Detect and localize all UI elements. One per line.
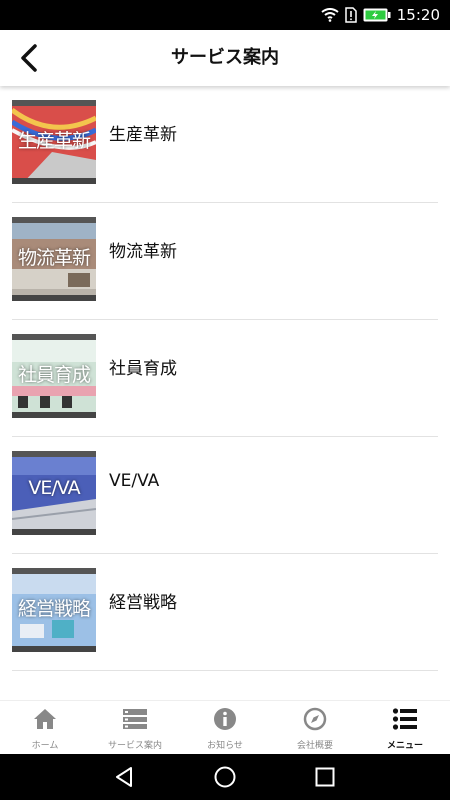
menu-list-icon [392, 708, 417, 730]
service-label: VE/VA [109, 471, 160, 491]
sim-alert-icon [345, 7, 357, 23]
status-time: 15:20 [396, 6, 440, 24]
status-icons: 15:20 [321, 0, 440, 30]
tab-menu[interactable]: メニュー [360, 701, 450, 755]
service-thumbnail: VE/VA [12, 451, 96, 535]
compass-icon [303, 707, 327, 731]
tab-home[interactable]: ホーム [0, 701, 90, 755]
tab-label: ホーム [31, 741, 59, 751]
page-title: サービス案内 [171, 47, 279, 68]
service-item-management-strategy[interactable]: 経営戦略 経営戦略 [12, 554, 438, 671]
tab-label: 会社概要 [296, 741, 333, 751]
chevron-left-icon [21, 44, 37, 72]
service-item-logistics[interactable]: 物流革新 物流革新 [12, 203, 438, 320]
service-item-ve-va[interactable]: VE/VA VE/VA [12, 437, 438, 554]
battery-icon [363, 8, 391, 22]
service-thumbnail: 物流革新 [12, 217, 96, 301]
tab-company[interactable]: 会社概要 [270, 701, 360, 755]
system-nav-bar [0, 754, 450, 800]
home-icon [34, 709, 56, 729]
status-bar: 15:20 [0, 0, 450, 30]
back-triangle-icon[interactable] [112, 765, 136, 789]
service-label: 社員育成 [109, 359, 177, 379]
back-button[interactable] [14, 42, 46, 74]
thumbnail-caption: 生産革新 [17, 130, 91, 152]
service-thumbnail: 社員育成 [12, 334, 96, 418]
list-card-icon [123, 709, 147, 729]
service-thumbnail: 生産革新 [12, 100, 96, 184]
service-list: 生産革新 生産革新 物流革新 物流革新 社員育成 社員育成 VE/VA VE/V… [12, 86, 438, 671]
tab-services[interactable]: サービス案内 [90, 701, 180, 755]
service-item-production[interactable]: 生産革新 生産革新 [12, 86, 438, 203]
tab-label: お知らせ [207, 741, 243, 751]
thumbnail-caption: 物流革新 [17, 247, 91, 269]
app-header: サービス案内 [0, 30, 450, 86]
tab-label: サービス案内 [107, 741, 162, 751]
info-icon [214, 708, 236, 730]
thumbnail-caption: 社員育成 [17, 364, 91, 386]
tab-label: メニュー [386, 741, 423, 751]
thumbnail-caption: VE/VA [28, 477, 80, 499]
service-label: 経営戦略 [109, 593, 177, 613]
service-label: 物流革新 [109, 242, 177, 262]
tab-news[interactable]: お知らせ [180, 701, 270, 755]
service-label: 生産革新 [109, 125, 177, 145]
wifi-icon [321, 8, 339, 22]
bottom-tab-bar: ホーム サービス案内 お知らせ 会社概要 メニュー [0, 700, 450, 755]
service-thumbnail: 経営戦略 [12, 568, 96, 652]
recents-square-icon[interactable] [313, 765, 337, 789]
service-item-staff-training[interactable]: 社員育成 社員育成 [12, 320, 438, 437]
home-circle-icon[interactable] [213, 765, 237, 789]
thumbnail-caption: 経営戦略 [17, 598, 91, 620]
